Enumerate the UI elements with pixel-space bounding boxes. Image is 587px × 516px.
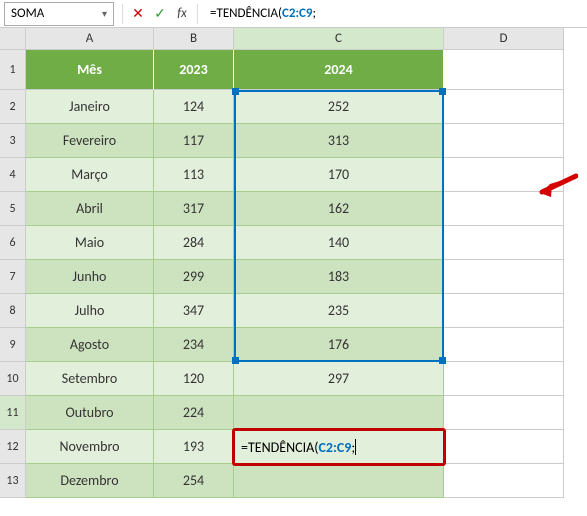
cell-2023[interactable]: 317 xyxy=(154,192,234,226)
column-header-d[interactable]: D xyxy=(444,28,564,50)
cell-2024[interactable]: 297 xyxy=(234,362,444,396)
cell-blank[interactable] xyxy=(444,328,564,362)
cell-2023[interactable]: 120 xyxy=(154,362,234,396)
cell-2023[interactable]: 299 xyxy=(154,260,234,294)
cell-2024[interactable] xyxy=(234,464,444,498)
cell-blank[interactable] xyxy=(444,464,564,498)
name-box-value: SOMA xyxy=(11,6,44,21)
cell-2023[interactable]: 234 xyxy=(154,328,234,362)
column-header-c[interactable]: C xyxy=(234,28,444,50)
row-header-4[interactable]: 4 xyxy=(0,158,26,192)
cell-blank[interactable] xyxy=(444,430,564,464)
cell-2023[interactable]: 113 xyxy=(154,158,234,192)
cell-mes[interactable]: Março xyxy=(26,158,154,192)
active-cell-editor[interactable]: =TENDÊNCIA(C2:C9; xyxy=(232,428,446,466)
cell-mes[interactable]: Setembro xyxy=(26,362,154,396)
cell-2024[interactable]: 252 xyxy=(234,90,444,124)
cell-blank[interactable] xyxy=(444,124,564,158)
cell-2024[interactable]: 140 xyxy=(234,226,444,260)
cell-blank[interactable] xyxy=(444,226,564,260)
cell-blank[interactable] xyxy=(444,192,564,226)
formula-bar: SOMA ▾ ✕ ✓ fx =TENDÊNCIA(C2:C9; xyxy=(0,0,587,28)
cell-mes[interactable]: Outubro xyxy=(26,396,154,430)
cell-2024[interactable]: 162 xyxy=(234,192,444,226)
cell-blank[interactable] xyxy=(444,260,564,294)
cell-2023[interactable]: 224 xyxy=(154,396,234,430)
text-cursor xyxy=(355,439,356,455)
cell-2023[interactable]: 117 xyxy=(154,124,234,158)
cell-2023[interactable]: 284 xyxy=(154,226,234,260)
check-icon: ✓ xyxy=(154,5,166,22)
cell-2023[interactable]: 124 xyxy=(154,90,234,124)
cell-mes[interactable]: Fevereiro xyxy=(26,124,154,158)
cell-mes[interactable]: Junho xyxy=(26,260,154,294)
row-header-6[interactable]: 6 xyxy=(0,226,26,260)
row-header-12[interactable]: 12 xyxy=(0,430,26,464)
cell-mes[interactable]: Dezembro xyxy=(26,464,154,498)
formula-ref: C2:C9 xyxy=(319,439,352,456)
formula-input[interactable]: =TENDÊNCIA(C2:C9; xyxy=(202,6,587,21)
row-header-2[interactable]: 2 xyxy=(0,90,26,124)
row-header-9[interactable]: 9 xyxy=(0,328,26,362)
cell-2023[interactable]: 347 xyxy=(154,294,234,328)
row-headers: 1 2 3 4 5 6 7 8 9 10 11 12 13 xyxy=(0,50,26,498)
select-all-corner[interactable] xyxy=(0,28,26,50)
row-header-1[interactable]: 1 xyxy=(0,50,26,90)
row-header-11[interactable]: 11 xyxy=(0,396,26,430)
formula-fn: TENDÊNCIA( xyxy=(248,439,319,456)
header-2024[interactable]: 2024 xyxy=(234,50,444,90)
column-headers: A B C D xyxy=(26,28,564,50)
row-header-13[interactable]: 13 xyxy=(0,464,26,498)
fx-icon: fx xyxy=(177,6,187,21)
cell-d1[interactable] xyxy=(444,50,564,90)
cell-2024[interactable] xyxy=(234,396,444,430)
row-header-3[interactable]: 3 xyxy=(0,124,26,158)
cell-2023[interactable]: 254 xyxy=(154,464,234,498)
row-header-7[interactable]: 7 xyxy=(0,260,26,294)
accept-formula-button[interactable]: ✓ xyxy=(149,3,171,25)
cell-blank[interactable] xyxy=(444,90,564,124)
cancel-formula-button[interactable]: ✕ xyxy=(127,3,149,25)
cell-mes[interactable]: Novembro xyxy=(26,430,154,464)
row-header-10[interactable]: 10 xyxy=(0,362,26,396)
cell-blank[interactable] xyxy=(444,396,564,430)
formula-function: TENDÊNCIA( xyxy=(216,6,281,21)
cells-area: Mês 2023 2024 Janeiro124252 Fevereiro117… xyxy=(26,50,564,498)
row-header-8[interactable]: 8 xyxy=(0,294,26,328)
separator xyxy=(122,4,123,24)
row-header-5[interactable]: 5 xyxy=(0,192,26,226)
name-box[interactable]: SOMA ▾ xyxy=(4,2,114,26)
cell-mes[interactable]: Maio xyxy=(26,226,154,260)
separator xyxy=(197,4,198,24)
cell-2024[interactable]: 313 xyxy=(234,124,444,158)
header-mes[interactable]: Mês xyxy=(26,50,154,90)
cell-mes[interactable]: Agosto xyxy=(26,328,154,362)
header-2023[interactable]: 2023 xyxy=(154,50,234,90)
column-header-a[interactable]: A xyxy=(26,28,154,50)
formula-reference: C2:C9 xyxy=(282,6,313,21)
cell-2023[interactable]: 193 xyxy=(154,430,234,464)
close-icon: ✕ xyxy=(132,5,144,22)
cell-mes[interactable]: Abril xyxy=(26,192,154,226)
cell-2024[interactable]: 183 xyxy=(234,260,444,294)
cell-2024[interactable]: 235 xyxy=(234,294,444,328)
cell-mes[interactable]: Janeiro xyxy=(26,90,154,124)
formula-suffix: ; xyxy=(313,6,316,21)
chevron-down-icon[interactable]: ▾ xyxy=(102,7,107,20)
cell-2024[interactable]: 170 xyxy=(234,158,444,192)
column-header-b[interactable]: B xyxy=(154,28,234,50)
formula-eq: = xyxy=(241,439,248,456)
cell-blank[interactable] xyxy=(444,158,564,192)
cell-2024[interactable]: 176 xyxy=(234,328,444,362)
cell-mes[interactable]: Julho xyxy=(26,294,154,328)
insert-function-button[interactable]: fx xyxy=(171,3,193,25)
cell-blank[interactable] xyxy=(444,294,564,328)
cell-blank[interactable] xyxy=(444,362,564,396)
